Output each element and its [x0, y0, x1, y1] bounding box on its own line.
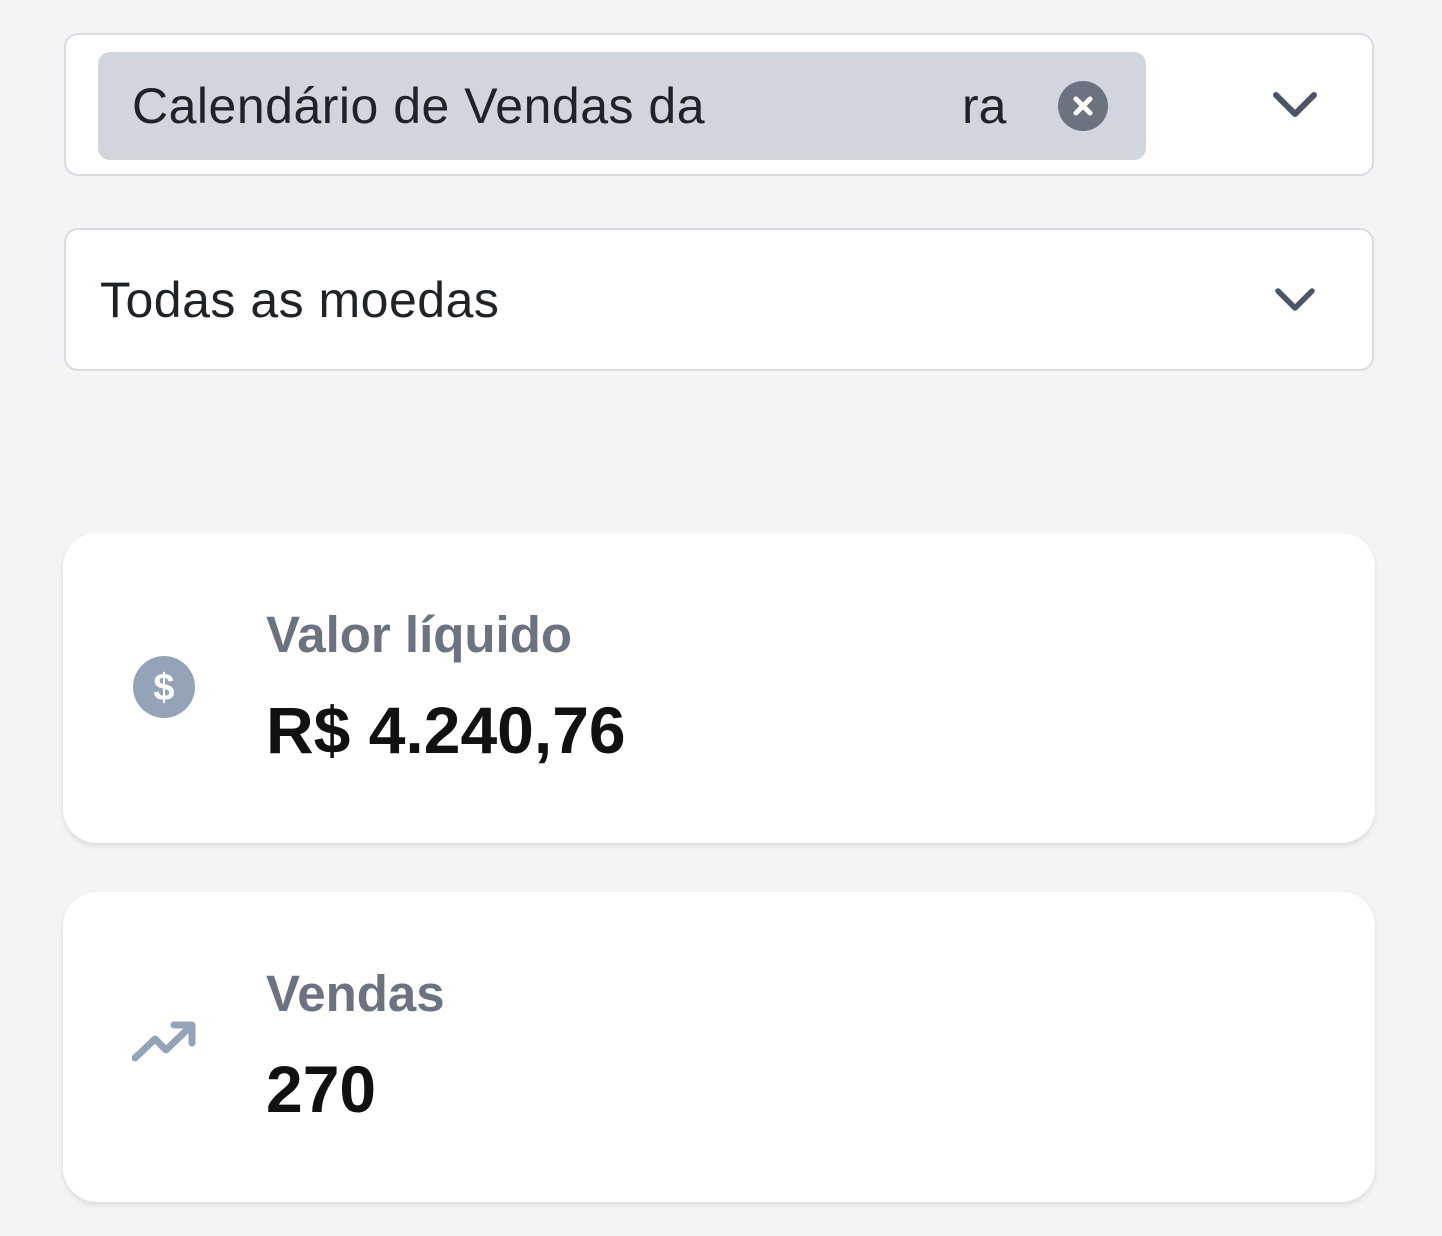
close-circle-icon[interactable]: [1058, 81, 1108, 131]
selected-product-chip: Calendário de Vendas da ra: [98, 52, 1146, 160]
svg-text:$: $: [153, 667, 174, 709]
chevron-down-icon[interactable]: [1270, 85, 1320, 125]
product-filter-select[interactable]: Calendário de Vendas da ra: [64, 33, 1374, 176]
chip-label: Calendário de Vendas da: [132, 78, 706, 134]
chevron-down-icon[interactable]: [1270, 280, 1320, 320]
chip-label-redaction: [758, 62, 961, 150]
trending-up-icon: [132, 1021, 196, 1062]
chip-label-tail: ra: [962, 78, 1007, 134]
net-value-card: $ Valor líquido R$ 4.240,76: [63, 533, 1375, 843]
sales-card: Vendas 270: [63, 892, 1375, 1202]
currency-select-value: Todas as moedas: [100, 272, 500, 328]
sales-label: Vendas: [266, 965, 445, 1022]
net-value-label: Valor líquido: [266, 606, 573, 663]
currency-filter-select[interactable]: Todas as moedas: [64, 228, 1374, 371]
net-value-amount: R$ 4.240,76: [266, 693, 626, 767]
dollar-circle-icon: $: [133, 656, 195, 718]
sales-count: 270: [266, 1052, 377, 1126]
